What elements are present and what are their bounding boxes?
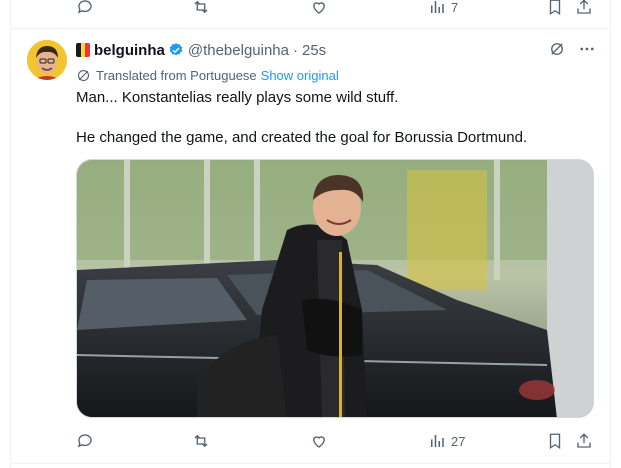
bookmark-button[interactable] xyxy=(546,0,564,18)
tweet-media-photo[interactable] xyxy=(76,159,594,418)
author-avatar[interactable] xyxy=(27,40,67,80)
views-button[interactable]: 27 xyxy=(428,430,465,452)
heart-icon xyxy=(313,436,325,448)
grok-icon[interactable] xyxy=(548,40,566,58)
separator-dot: · xyxy=(292,41,298,59)
heart-icon xyxy=(313,2,325,14)
show-original-link[interactable]: Show original xyxy=(261,68,339,83)
share-button[interactable] xyxy=(575,430,593,452)
photo-image xyxy=(77,160,593,417)
repost-icon xyxy=(194,434,208,448)
tweet-text-line-2: He changed the game, and created the goa… xyxy=(76,129,528,146)
tweet-divider xyxy=(10,463,611,464)
tweet-divider xyxy=(10,28,611,29)
more-options-icon[interactable] xyxy=(578,40,596,58)
tweet-timestamp[interactable]: 25s xyxy=(302,42,326,59)
views-icon xyxy=(431,435,444,447)
verified-badge-icon xyxy=(169,43,183,56)
views-button[interactable]: 7 xyxy=(428,0,458,18)
views-count: 27 xyxy=(451,433,466,449)
views-icon xyxy=(431,1,444,13)
author-handle[interactable]: @thebelguinha xyxy=(188,42,289,59)
share-icon xyxy=(577,0,591,14)
avatar-image xyxy=(27,40,67,80)
repost-button[interactable] xyxy=(192,430,210,452)
reply-button[interactable] xyxy=(76,0,94,18)
bookmark-icon xyxy=(549,0,561,16)
reply-icon xyxy=(77,434,92,448)
translate-icon xyxy=(77,69,90,81)
tweet-text-line-1: Man... Konstantelias really plays some w… xyxy=(76,89,399,106)
like-button[interactable] xyxy=(310,430,328,452)
tweet-top-actions xyxy=(548,40,596,58)
views-count: 7 xyxy=(451,0,459,15)
belgium-flag-icon xyxy=(76,43,90,57)
bookmark-icon xyxy=(549,433,561,450)
share-icon xyxy=(577,433,591,448)
like-button[interactable] xyxy=(310,0,328,18)
reply-icon xyxy=(77,0,92,14)
bookmark-button[interactable] xyxy=(546,430,564,452)
share-button[interactable] xyxy=(575,0,593,18)
reply-button[interactable] xyxy=(76,430,94,452)
tweet-header: belguinha @thebelguinha · 25s xyxy=(76,40,326,60)
translation-label: Translated from Portuguese xyxy=(96,67,257,83)
prev-tweet-action-bar: 7 xyxy=(76,0,598,18)
repost-button[interactable] xyxy=(192,0,210,18)
translation-notice: Translated from Portuguese Show original xyxy=(76,66,339,84)
tweet-action-bar: 27 xyxy=(76,430,598,452)
repost-icon xyxy=(194,0,208,14)
author-display-name[interactable]: belguinha xyxy=(94,42,165,59)
